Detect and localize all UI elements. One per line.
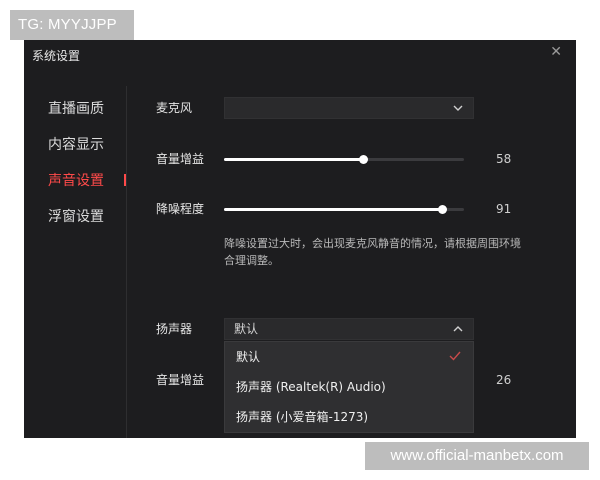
speaker-label: 扬声器: [156, 322, 193, 336]
settings-window: 系统设置 ✕ 直播画质 内容显示 声音设置 浮窗设置 麦克风 音量增益 58 降…: [24, 40, 576, 438]
option-label: 扬声器 (Realtek(R) Audio): [236, 380, 386, 394]
window-title: 系统设置: [32, 49, 81, 63]
microphone-label: 麦克风: [156, 101, 193, 115]
noise-reduction-label: 降噪程度: [156, 202, 205, 216]
speaker-select-value: 默认: [234, 322, 259, 336]
sidebar-item-sound-settings[interactable]: 声音设置: [48, 171, 104, 191]
option-label: 默认: [236, 350, 261, 364]
noise-reduction-slider[interactable]: [224, 205, 464, 214]
option-label: 扬声器 (小爱音箱-1273): [236, 410, 369, 424]
dropdown-option-xiaoai[interactable]: 扬声器 (小爱音箱-1273): [225, 402, 473, 432]
mic-gain-value: 58: [496, 152, 512, 166]
mic-gain-slider[interactable]: [224, 155, 464, 164]
noise-reduction-hint: 降噪设置过大时，会出现麦克风静音的情况，请根据周围环境合理调整。: [224, 237, 521, 267]
mic-gain-thumb[interactable]: [359, 155, 369, 164]
speaker-gain-label: 音量增益: [156, 373, 205, 387]
sidebar-item-content-display[interactable]: 内容显示: [48, 135, 104, 155]
check-icon: [449, 351, 461, 361]
sidebar-divider: [126, 86, 127, 438]
speaker-dropdown-list: 默认 扬声器 (Realtek(R) Audio) 扬声器 (小爱音箱-1273…: [224, 341, 474, 433]
sidebar-item-video-quality[interactable]: 直播画质: [48, 99, 104, 119]
sidebar-active-indicator: [124, 174, 126, 186]
noise-reduction-value: 91: [496, 202, 512, 216]
chevron-down-icon: [453, 105, 463, 111]
noise-reduction-fill: [224, 208, 443, 211]
speaker-gain-value: 26: [496, 373, 512, 387]
noise-reduction-thumb[interactable]: [438, 205, 448, 214]
mic-gain-fill: [224, 158, 364, 161]
speaker-select[interactable]: 默认: [224, 318, 474, 340]
chevron-up-icon: [453, 326, 463, 332]
dropdown-option-default[interactable]: 默认: [225, 342, 473, 372]
dropdown-option-realtek[interactable]: 扬声器 (Realtek(R) Audio): [225, 372, 473, 402]
close-icon[interactable]: ✕: [550, 44, 562, 60]
sidebar-item-floating-window[interactable]: 浮窗设置: [48, 207, 104, 227]
mic-gain-label: 音量增益: [156, 152, 205, 166]
microphone-select[interactable]: [224, 97, 474, 119]
watermark-bottom-right: www.official-manbetx.com: [365, 442, 589, 470]
watermark-top-left: TG: MYYJJPP: [10, 10, 134, 40]
